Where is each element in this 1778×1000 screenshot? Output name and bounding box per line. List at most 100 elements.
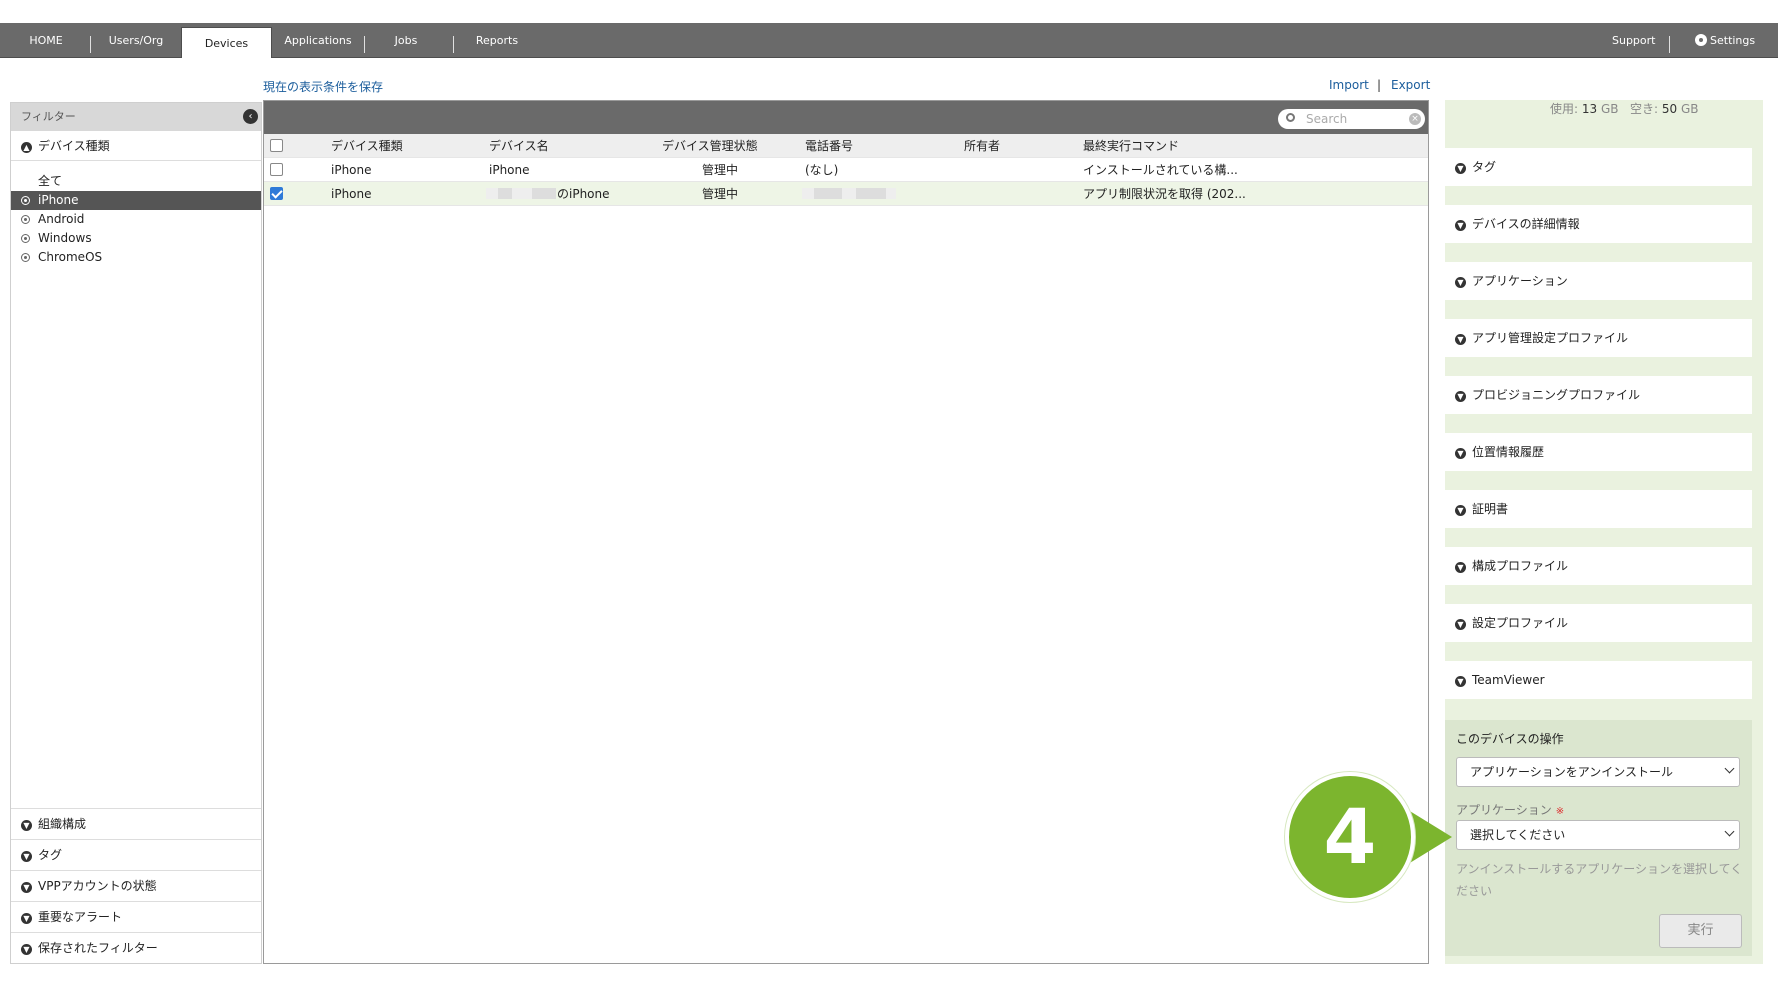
nav-separator <box>453 36 454 53</box>
nav-separator <box>90 36 91 53</box>
app-config-profile-accordion[interactable]: ▼ アプリ管理設定プロファイル <box>1445 319 1752 357</box>
export-link[interactable]: Export <box>1391 78 1430 92</box>
cell-phone-blurred <box>802 182 896 206</box>
column-header[interactable]: 最終実行コマンド <box>1083 134 1179 158</box>
chevron-down-icon: ▼ <box>1455 163 1466 174</box>
table-row[interactable]: iPhone のiPhone 管理中 アプリ制限状況を取得 (202... <box>264 182 1428 206</box>
support-link[interactable]: Support <box>1612 23 1655 58</box>
cell-device-name: iPhone <box>489 163 530 177</box>
tab-devices[interactable]: Devices <box>181 27 272 58</box>
storage-unit: GB <box>1600 102 1619 116</box>
column-header[interactable]: 電話番号 <box>805 134 853 158</box>
accordion-label: 構成プロファイル <box>1472 559 1569 573</box>
application-select-value: 選択してください <box>1470 828 1566 842</box>
applications-accordion[interactable]: ▼ アプリケーション <box>1445 262 1752 300</box>
accordion-label: TeamViewer <box>1472 673 1545 687</box>
accordion-label: 位置情報履歴 <box>1472 445 1545 459</box>
radio-icon <box>21 196 30 205</box>
tab-users-org[interactable]: Users/Org <box>100 23 172 58</box>
storage-used-value: 13 <box>1581 102 1598 116</box>
chevron-down-icon: ▼ <box>1455 220 1466 231</box>
device-type-chromeos[interactable]: ChromeOS <box>11 248 261 267</box>
device-type-all[interactable]: 全て <box>11 172 261 191</box>
gear-icon <box>1695 34 1707 46</box>
device-operation-panel: このデバイスの操作 アプリケーションをアンインストール アプリケーション ※ 選択… <box>1445 720 1752 956</box>
row-checkbox[interactable] <box>270 163 283 176</box>
tags-accordion[interactable]: ▼ タグ <box>1445 148 1752 186</box>
section-label: 組織構成 <box>38 817 87 831</box>
critical-alerts-section[interactable]: ▼ 重要なアラート <box>11 901 261 932</box>
configuration-profile-accordion[interactable]: ▼ 構成プロファイル <box>1445 547 1752 585</box>
device-detail-panel: 使用: 13 GB 空き: 50 GB ▼ タグ ▼ デバイスの詳細情報 ▼ アプリケ… <box>1445 100 1763 964</box>
cell-last-command: インストールされている構... <box>1083 163 1238 177</box>
accordion-label: 証明書 <box>1472 502 1509 516</box>
chevron-down-icon: ▼ <box>21 820 32 831</box>
select-all-checkbox[interactable] <box>270 139 283 152</box>
tab-home[interactable]: HOME <box>16 23 76 58</box>
tab-applications[interactable]: Applications <box>280 23 356 58</box>
chevron-down-icon: ▼ <box>21 913 32 924</box>
device-type-label: 全て <box>38 174 63 188</box>
search-icon <box>1286 113 1295 122</box>
section-label: VPPアカウントの状態 <box>38 879 157 893</box>
chevron-down-icon: ▼ <box>21 882 32 893</box>
application-select[interactable]: 選択してください <box>1456 820 1740 850</box>
section-label: 重要なアラート <box>38 910 123 924</box>
vpp-account-section[interactable]: ▼ VPPアカウントの状態 <box>11 870 261 901</box>
accordion-label: タグ <box>1472 160 1497 174</box>
device-type-label: ChromeOS <box>38 250 103 264</box>
chevron-down-icon: ▼ <box>21 851 32 862</box>
teamviewer-accordion[interactable]: ▼ TeamViewer <box>1445 661 1752 699</box>
column-header[interactable]: 所有者 <box>964 134 1000 158</box>
location-history-accordion[interactable]: ▼ 位置情報履歴 <box>1445 433 1752 471</box>
accordion-label: アプリケーション <box>1472 274 1568 288</box>
settings-link[interactable]: Settings <box>1695 23 1755 58</box>
collapse-sidebar-icon[interactable]: ‹ <box>243 109 258 124</box>
nav-separator <box>1669 36 1670 53</box>
import-link[interactable]: Import <box>1329 78 1369 92</box>
tag-section[interactable]: ▼ タグ <box>11 839 261 870</box>
operation-select[interactable]: アプリケーションをアンインストール <box>1456 757 1740 787</box>
device-type-android[interactable]: Android <box>11 210 261 229</box>
certificates-accordion[interactable]: ▼ 証明書 <box>1445 490 1752 528</box>
org-structure-section[interactable]: ▼ 組織構成 <box>11 808 261 839</box>
chevron-down-icon: ▼ <box>1455 505 1466 516</box>
device-type-label: iPhone <box>38 193 79 207</box>
search-input[interactable]: Search × <box>1278 109 1425 129</box>
saved-filters-section[interactable]: ▼ 保存されたフィルター <box>11 932 261 963</box>
column-header[interactable]: デバイス管理状態 <box>662 134 758 158</box>
provisioning-profile-accordion[interactable]: ▼ プロビジョニングプロファイル <box>1445 376 1752 414</box>
top-nav: HOME Users/Org Devices Applications Jobs… <box>0 23 1778 58</box>
settings-profile-accordion[interactable]: ▼ 設定プロファイル <box>1445 604 1752 642</box>
chevron-down-icon: ▼ <box>1455 391 1466 402</box>
column-header[interactable]: デバイス種類 <box>331 134 403 158</box>
device-type-windows[interactable]: Windows <box>11 229 261 248</box>
tab-reports[interactable]: Reports <box>470 23 524 58</box>
cell-device-name-blurred <box>486 182 556 206</box>
accordion-label: プロビジョニングプロファイル <box>1472 388 1641 402</box>
device-type-section[interactable]: ▲ デバイス種類 <box>11 131 261 161</box>
save-view-link[interactable]: 現在の表示条件を保存 <box>263 78 383 95</box>
device-details-accordion[interactable]: ▼ デバイスの詳細情報 <box>1445 205 1752 243</box>
nav-separator <box>364 36 365 53</box>
chevron-down-icon <box>1724 763 1735 774</box>
application-label: アプリケーション <box>1456 803 1552 817</box>
column-header[interactable]: デバイス名 <box>489 134 549 158</box>
clear-icon[interactable]: × <box>1409 113 1421 125</box>
link-divider: | <box>1377 78 1382 92</box>
device-type-label: Windows <box>38 231 92 245</box>
chevron-down-icon: ▼ <box>1455 676 1466 687</box>
operation-select-value: アプリケーションをアンインストール <box>1470 765 1674 779</box>
chevron-down-icon <box>1724 826 1735 837</box>
chevron-down-icon: ▼ <box>1455 562 1466 573</box>
device-type-iphone[interactable]: iPhone <box>11 191 261 210</box>
chevron-down-icon: ▼ <box>1455 619 1466 630</box>
row-checkbox[interactable] <box>270 187 283 200</box>
run-button[interactable]: 実行 <box>1659 914 1742 948</box>
chevron-down-icon: ▼ <box>1455 448 1466 459</box>
tab-jobs[interactable]: Jobs <box>384 23 428 58</box>
search-placeholder: Search <box>1306 112 1348 126</box>
table-row[interactable]: iPhone iPhone 管理中 (なし) インストールされている構... <box>264 158 1428 182</box>
cell-device-type: iPhone <box>331 163 372 177</box>
radio-icon <box>21 234 30 243</box>
